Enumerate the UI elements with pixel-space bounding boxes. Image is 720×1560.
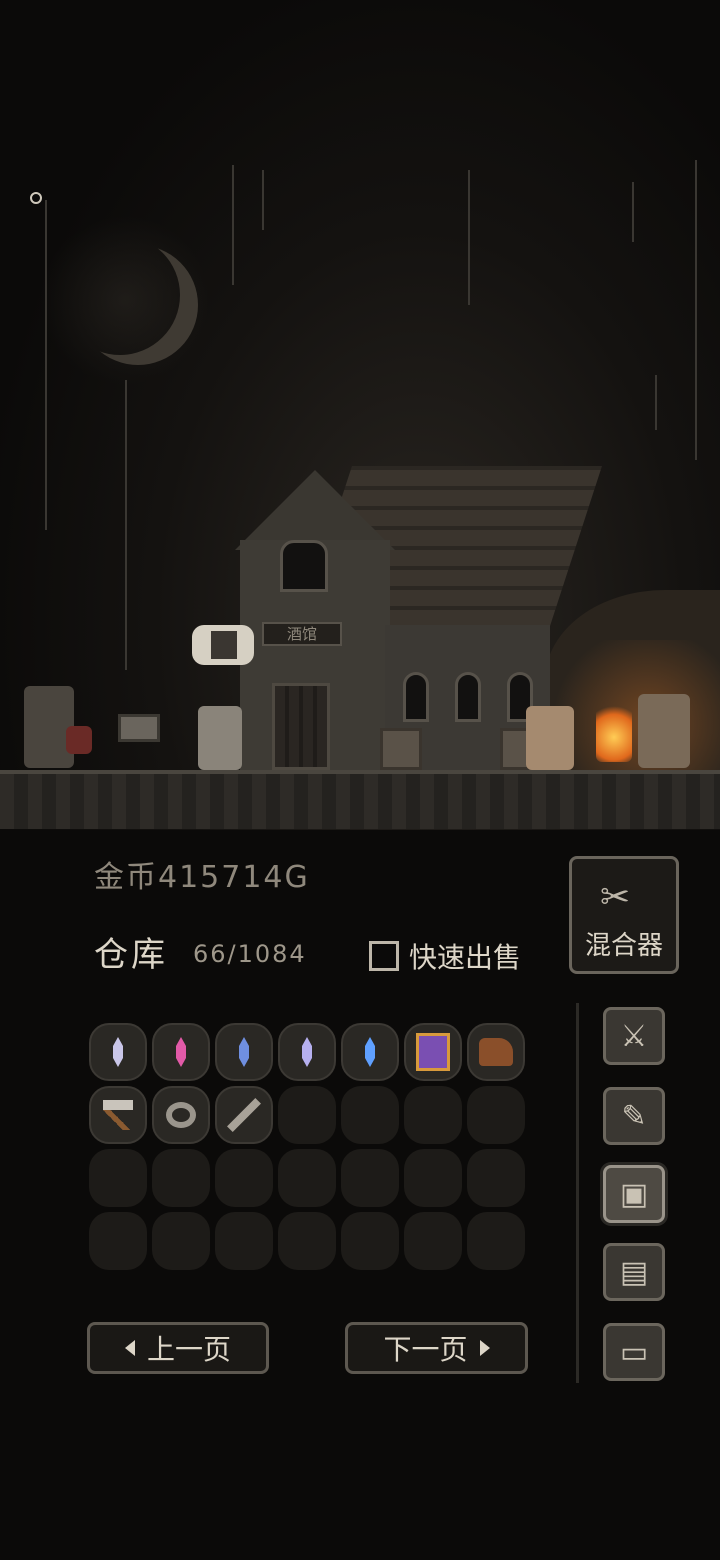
tavern-door[interactable]: [272, 683, 330, 770]
rain-streak: [695, 160, 697, 460]
inventory-slot[interactable]: [215, 1212, 273, 1270]
computer-icon: ▭: [619, 1334, 649, 1370]
game-scene: 酒馆: [0, 0, 720, 830]
rain-streak: [468, 170, 470, 305]
mixer-label: 混合器: [584, 931, 663, 961]
quick-sell-checkbox[interactable]: [369, 941, 399, 971]
inventory-grid: [89, 1023, 525, 1270]
next-page-label: 下一页: [383, 1333, 468, 1366]
side-menu-button[interactable]: ⚔: [603, 1007, 665, 1065]
leather-boot-icon: [479, 1038, 513, 1066]
inventory-slot[interactable]: [467, 1023, 525, 1081]
panel-divider: [576, 1003, 579, 1383]
documents-icon: ▤: [619, 1254, 649, 1290]
map-icon: ▣: [619, 1176, 649, 1212]
prev-page-button[interactable]: 上一页: [87, 1322, 269, 1374]
inventory-slot[interactable]: [152, 1212, 210, 1270]
spellbook-icon: [416, 1033, 450, 1071]
cobblestone-ground: [0, 770, 720, 829]
inventory-slot[interactable]: [152, 1023, 210, 1081]
side-menu-button[interactable]: ▭: [603, 1323, 665, 1381]
inventory-slot[interactable]: [278, 1086, 336, 1144]
inventory-slot[interactable]: [89, 1023, 147, 1081]
inventory-slot[interactable]: [89, 1149, 147, 1207]
axe-icon: [103, 1100, 133, 1130]
rain-streak: [262, 170, 264, 230]
inventory-slot[interactable]: [341, 1149, 399, 1207]
inventory-slot[interactable]: [152, 1086, 210, 1144]
house-window: [280, 540, 328, 592]
inventory-slot[interactable]: [278, 1023, 336, 1081]
crystal-white-icon: [113, 1037, 123, 1067]
inventory-slot[interactable]: [467, 1086, 525, 1144]
inventory-slot[interactable]: [404, 1023, 462, 1081]
inventory-slot[interactable]: [215, 1023, 273, 1081]
npc-bag: [66, 726, 92, 754]
inventory-slot[interactable]: [404, 1086, 462, 1144]
gold-value: 415714G: [158, 860, 310, 895]
crescent-moon-icon: [60, 235, 180, 355]
scroll-quill-icon: ✎: [621, 1098, 647, 1134]
crystal-blue-icon: [239, 1037, 249, 1067]
inventory-slot[interactable]: [215, 1086, 273, 1144]
crate: [380, 728, 422, 770]
house-window: [455, 672, 481, 722]
inventory-slot[interactable]: [215, 1149, 273, 1207]
side-menu-button[interactable]: ▤: [603, 1243, 665, 1301]
quick-sell-label: 快速出售: [409, 941, 522, 974]
crossed-swords-icon: ⚔: [620, 1018, 648, 1054]
tavern-sign: 酒馆: [262, 622, 342, 646]
inventory-slot[interactable]: [404, 1212, 462, 1270]
arrow-left-icon: [124, 1340, 135, 1356]
crystal-pink-icon: [176, 1037, 186, 1067]
crystal-cyan-icon: [365, 1037, 375, 1067]
rain-streak: [125, 380, 127, 670]
ring-icon: [166, 1102, 196, 1128]
inventory-slot[interactable]: [341, 1023, 399, 1081]
warehouse-count: 66/1084: [193, 940, 307, 968]
inventory-slot[interactable]: [467, 1149, 525, 1207]
rain-streak: [232, 165, 234, 285]
gold-label: 金币: [94, 860, 158, 895]
crystal-lavender-icon: [302, 1037, 312, 1067]
exit-door-icon: [211, 631, 237, 659]
mailbox-icon[interactable]: [118, 714, 160, 742]
warehouse-label: 仓库: [94, 935, 168, 975]
inventory-slot[interactable]: [89, 1212, 147, 1270]
inventory-slot[interactable]: [278, 1212, 336, 1270]
wrench-icon: ✂: [600, 877, 631, 918]
quick-sell-toggle[interactable]: 快速出售: [369, 936, 521, 976]
rain-streak: [655, 375, 657, 430]
campfire-icon: [596, 700, 632, 762]
inventory-slot[interactable]: [152, 1149, 210, 1207]
rain-streak: [632, 182, 634, 242]
rain-streak: [45, 200, 47, 530]
arrow-right-icon: [479, 1340, 490, 1356]
next-page-button[interactable]: 下一页: [345, 1322, 528, 1374]
prev-page-label: 上一页: [146, 1333, 231, 1366]
inventory-slot[interactable]: [404, 1149, 462, 1207]
side-menu-button[interactable]: ✎: [603, 1087, 665, 1145]
settings-ring-icon[interactable]: [30, 192, 42, 204]
inventory-slot[interactable]: [341, 1086, 399, 1144]
player-character[interactable]: [198, 706, 242, 770]
inventory-slot[interactable]: [278, 1149, 336, 1207]
inventory-slot[interactable]: [467, 1212, 525, 1270]
mixer-button[interactable]: ✂ 混合器: [569, 856, 679, 974]
gold-display: 金币415714G: [94, 852, 310, 896]
house-gable: [235, 470, 395, 550]
side-menu-button[interactable]: ▣: [603, 1165, 665, 1223]
npc-merchant[interactable]: [638, 694, 690, 768]
house-window: [403, 672, 429, 722]
npc-mummy[interactable]: [526, 706, 574, 770]
inventory-slot[interactable]: [341, 1212, 399, 1270]
inventory-slot[interactable]: [89, 1086, 147, 1144]
npc-soldier[interactable]: [24, 686, 74, 768]
dagger-icon: [227, 1098, 261, 1132]
